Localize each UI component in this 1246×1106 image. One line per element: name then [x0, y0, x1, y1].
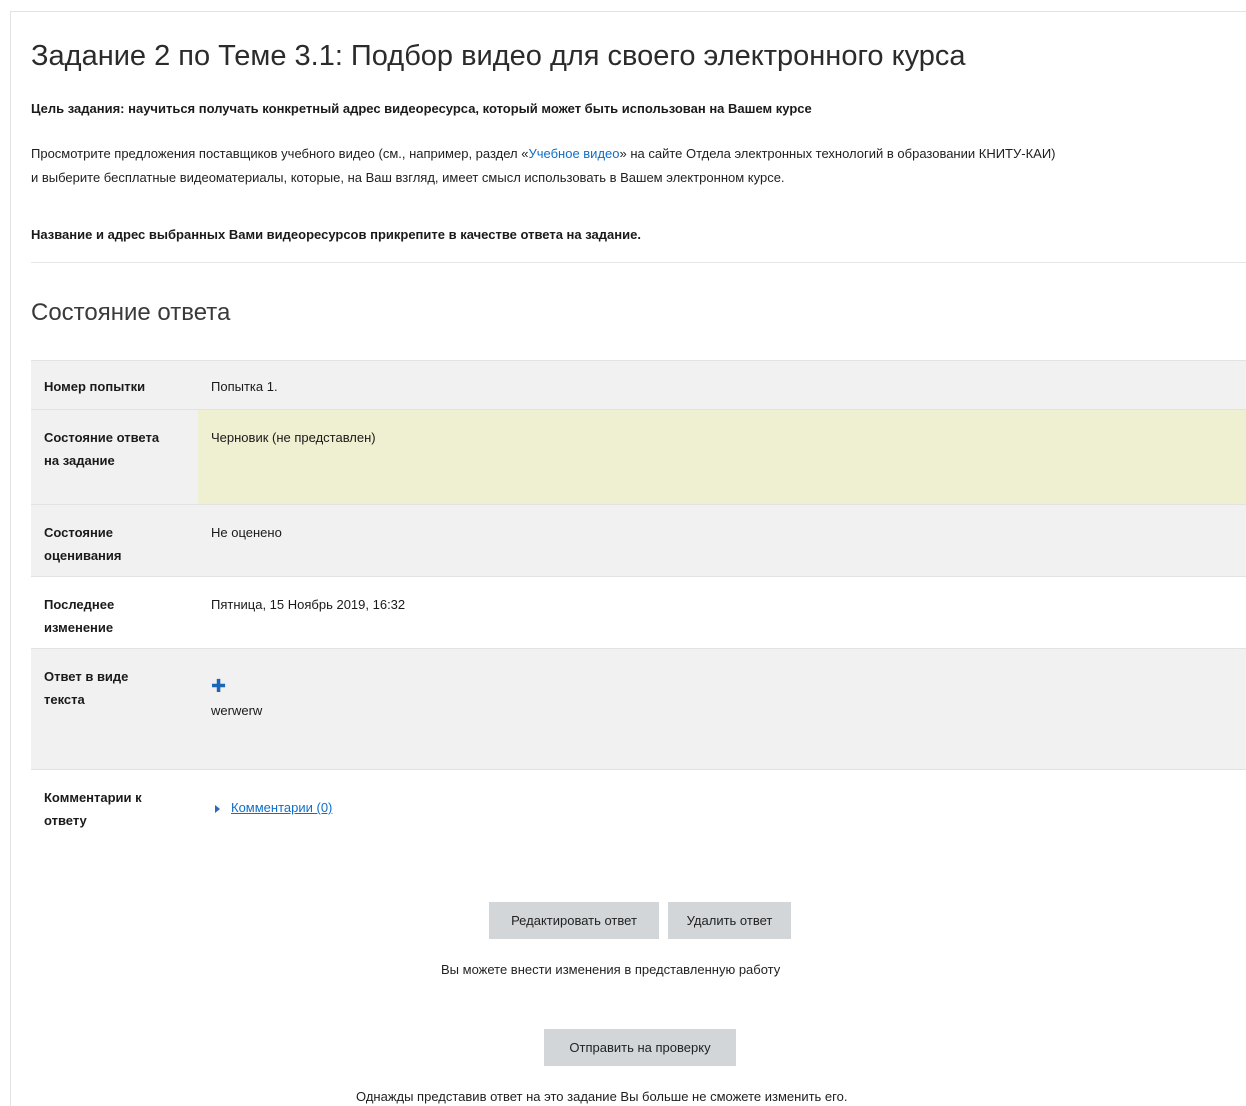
row-label: Ответ в виде текста: [44, 669, 129, 707]
row-value: Не оценено: [211, 525, 282, 540]
description-part-2: » на сайте Отдела электронных технологий…: [619, 146, 1056, 161]
status-row-online-text: Ответ в виде текста ✚ werwerw: [31, 648, 1246, 770]
submission-status-table: Номер попытки Попытка 1. Состояние ответ…: [31, 360, 1246, 850]
status-row-comments: Комментарии к ответу Комментарии (0): [31, 769, 1246, 850]
status-row-grading: Состояние оценивания Не оценено: [31, 504, 1246, 577]
edit-submission-button[interactable]: Редактировать ответ: [489, 902, 659, 939]
row-value: ✚ werwerw: [198, 649, 1246, 770]
triangle-right-icon: [215, 804, 220, 813]
assignment-goal: Цель задания: научиться получать конкрет…: [31, 101, 812, 116]
submit-warning: Однажды представив ответ на это задание …: [356, 1089, 848, 1104]
row-value: Попытка 1.: [211, 379, 278, 394]
divider: [31, 262, 1246, 263]
submit-for-grading-button[interactable]: Отправить на проверку: [544, 1029, 736, 1066]
submission-instruction: Название и адрес выбранных Вами видеорес…: [31, 227, 641, 242]
remove-submission-button[interactable]: Удалить ответ: [668, 902, 791, 939]
assignment-description: Просмотрите предложения поставщиков учеб…: [31, 142, 1056, 190]
comments-toggle[interactable]: Комментарии (0): [211, 796, 332, 819]
row-label: Комментарии к ответу: [44, 790, 142, 828]
description-line-2: и выберите бесплатные видеоматериалы, ко…: [31, 170, 785, 185]
row-label: Состояние оценивания: [44, 525, 122, 563]
educational-video-link[interactable]: Учебное видео: [528, 146, 619, 161]
plus-icon[interactable]: ✚: [211, 677, 226, 695]
row-label: Последнее изменение: [44, 597, 115, 635]
status-row-last-modified: Последнее изменение Пятница, 15 Ноябрь 2…: [31, 576, 1246, 649]
submission-status-heading: Состояние ответа: [31, 299, 231, 326]
row-value: Черновик (не представлен): [198, 409, 1246, 505]
description-part-1: Просмотрите предложения поставщиков учеб…: [31, 146, 529, 161]
comments-label: Комментарии (0): [231, 800, 333, 815]
row-label: Номер попытки: [44, 379, 146, 394]
online-text-preview: werwerw: [211, 703, 263, 718]
row-label: Состояние ответа на задание: [44, 430, 160, 468]
status-row-submission: Состояние ответа на задание Черновик (не…: [31, 409, 1246, 505]
row-value: Комментарии (0): [198, 770, 1246, 850]
status-row-attempt: Номер попытки Попытка 1.: [31, 360, 1246, 410]
edit-note: Вы можете внести изменения в представлен…: [441, 962, 781, 977]
row-value: Пятница, 15 Ноябрь 2019, 16:32: [211, 597, 406, 612]
page-title: Задание 2 по Теме 3.1: Подбор видео для …: [31, 40, 966, 72]
